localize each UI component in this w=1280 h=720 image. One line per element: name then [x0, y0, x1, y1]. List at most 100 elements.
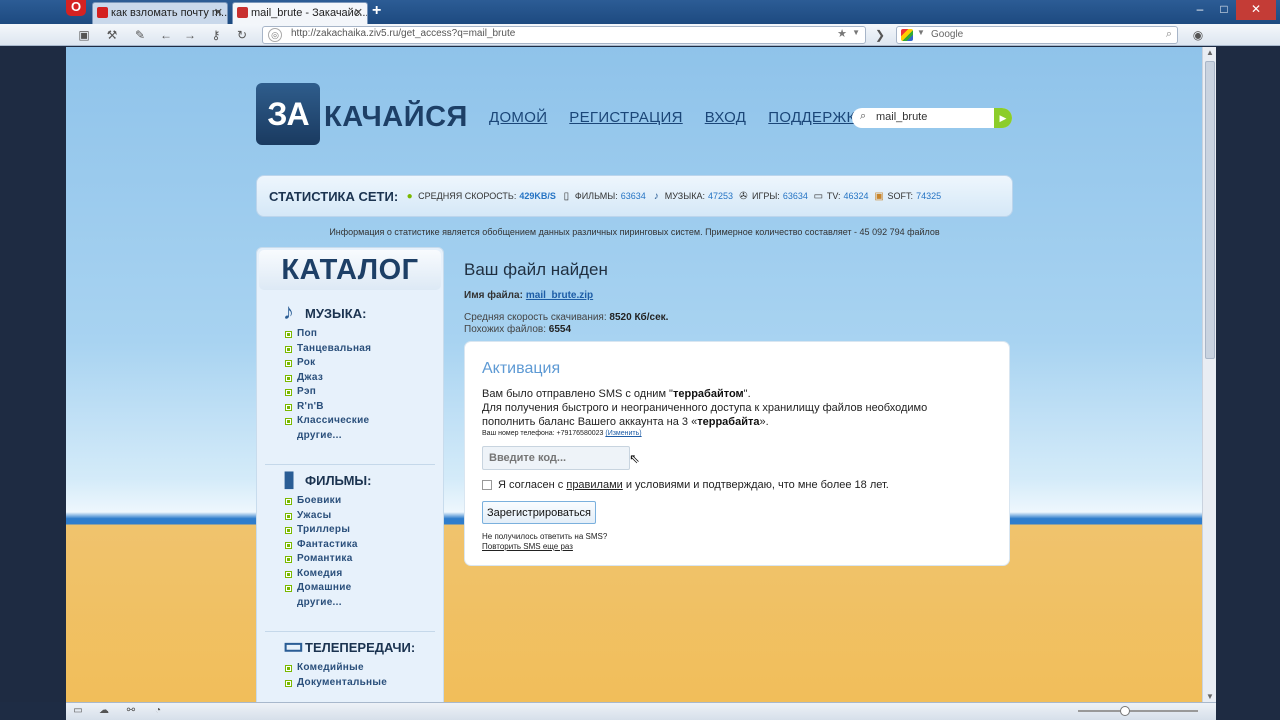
- film-icon: ▯: [563, 190, 570, 202]
- main-nav: ДОМОЙ РЕГИСТРАЦИЯ ВХОД ПОДДЕРЖКА: [489, 109, 866, 126]
- list-item[interactable]: Рок: [285, 357, 443, 372]
- file-name-link[interactable]: mail_brute.zip: [526, 290, 593, 301]
- scroll-down-icon[interactable]: ▼: [1206, 692, 1214, 701]
- zoom-slider-knob[interactable]: [1120, 706, 1130, 716]
- list-item[interactable]: Джаз: [285, 372, 443, 387]
- search-engine-box[interactable]: ▼ Google ⌕: [896, 26, 1178, 44]
- agree-text: Я согласен с: [498, 479, 564, 491]
- new-tab-button[interactable]: +: [372, 2, 381, 20]
- text-bold: террабайтом: [672, 388, 744, 400]
- item-label: Танцевальная: [297, 342, 372, 354]
- pen-icon[interactable]: ✎: [132, 27, 148, 43]
- nav-home-link[interactable]: ДОМОЙ: [489, 109, 547, 126]
- similar-row: Похожих файлов: 6554: [464, 324, 668, 336]
- maximize-button[interactable]: □: [1212, 0, 1236, 20]
- panel-toggle-icon[interactable]: ▭: [71, 705, 85, 718]
- section-title: ТЕЛЕПЕРЕДАЧИ:: [305, 640, 416, 655]
- stat-speed: ● СРЕДНЯЯ СКОРОСТЬ: 429KB/S: [404, 191, 556, 202]
- opera-link-icon[interactable]: ◉: [1190, 27, 1206, 43]
- list-item[interactable]: Ужасы: [285, 510, 443, 525]
- panels-icon[interactable]: ▣: [76, 27, 92, 43]
- list-item[interactable]: Комедийные: [285, 662, 443, 677]
- resend-sms-link[interactable]: Повторить SMS еще раз: [482, 542, 573, 551]
- engine-dropdown-icon[interactable]: ▼: [917, 28, 925, 37]
- share-icon[interactable]: ⚯: [124, 705, 138, 718]
- list-item[interactable]: Поп: [285, 328, 443, 343]
- bookmark-star-icon[interactable]: ★: [837, 27, 847, 40]
- fast-forward-icon[interactable]: ❯: [872, 27, 888, 43]
- films-list: Боевики Ужасы Триллеры Фантастика Романт…: [285, 495, 443, 611]
- back-icon[interactable]: ←: [158, 27, 174, 43]
- key-icon[interactable]: ⚷: [208, 27, 224, 43]
- nav-register-link[interactable]: РЕГИСТРАЦИЯ: [569, 109, 682, 126]
- stat-label: ФИЛЬМЫ:: [574, 191, 618, 201]
- list-item[interactable]: R'n'B: [285, 401, 443, 416]
- item-label: Документальные: [297, 676, 388, 688]
- reload-icon[interactable]: ↻: [234, 27, 250, 43]
- site-logo[interactable]: ЗА: [256, 83, 320, 145]
- list-item[interactable]: Рэп: [285, 386, 443, 401]
- register-button[interactable]: Зарегистрироваться: [482, 501, 597, 524]
- catalog-section-tv: ▭ ТЕЛЕПЕРЕДАЧИ: Комедийные Документальные: [257, 632, 443, 691]
- rules-link[interactable]: правилами: [566, 479, 622, 491]
- close-tab-icon[interactable]: ✕: [214, 6, 223, 19]
- activation-text: Вам было отправлено SMS с одним "терраба…: [482, 387, 982, 429]
- page-scrollbar[interactable]: ▲ ▼: [1202, 47, 1216, 702]
- list-item[interactable]: Романтика: [285, 553, 443, 568]
- similar-value: 6554: [548, 324, 572, 335]
- bullet-icon: [285, 512, 292, 520]
- film-icon: ▮: [283, 466, 296, 491]
- speed-dial-icon[interactable]: ◔: [151, 705, 165, 718]
- site-info-icon[interactable]: ◎: [268, 28, 282, 42]
- agree-row: Я согласен с правилами и условиями и под…: [482, 479, 889, 491]
- no-sms-help: Не получилось ответить на SMS? Повторить…: [482, 532, 607, 552]
- activation-line-2: Для получения быстрого и неограниченного…: [482, 402, 928, 414]
- list-item[interactable]: Фантастика: [285, 539, 443, 554]
- code-input[interactable]: [482, 446, 630, 470]
- list-item[interactable]: Классические: [285, 415, 443, 430]
- cloud-icon[interactable]: ☁: [97, 705, 111, 718]
- tab-2[interactable]: mail_brute - Закачайс... ✕: [232, 2, 368, 24]
- list-item[interactable]: Танцевальная: [285, 343, 443, 358]
- site-name[interactable]: КАЧАЙСЯ: [324, 101, 468, 134]
- list-item[interactable]: Комедия: [285, 568, 443, 583]
- software-box-icon: ▣: [874, 190, 884, 202]
- agree-checkbox[interactable]: [482, 480, 492, 490]
- file-name-row: Имя файла: mail_brute.zip: [464, 290, 593, 301]
- search-icon[interactable]: ⌕: [1166, 28, 1172, 41]
- tools-icon[interactable]: ⚒: [104, 27, 120, 43]
- text-part: ".: [743, 388, 751, 400]
- tab-1[interactable]: как взломать почту m... ✕: [92, 2, 228, 24]
- section-header: ♪ МУЗЫКА:: [257, 298, 443, 328]
- opera-menu-button[interactable]: O: [66, 0, 86, 16]
- list-item[interactable]: Боевики: [285, 495, 443, 510]
- address-bar[interactable]: ◎ http://zakachaika.ziv5.ru/get_access?q…: [262, 26, 866, 44]
- close-tab-icon[interactable]: ✕: [354, 6, 363, 19]
- stats-title: СТАТИСТИКА СЕТИ:: [269, 188, 399, 204]
- list-item[interactable]: Домашние: [285, 582, 443, 597]
- history-dropdown-icon[interactable]: ▼: [852, 28, 860, 37]
- search-go-button[interactable]: ▶: [994, 108, 1012, 128]
- mouse-cursor-icon: ⇖: [629, 451, 640, 466]
- catalog-section-films: ▮ ФИЛЬМЫ: Боевики Ужасы Триллеры Фантасти…: [257, 465, 443, 611]
- list-item[interactable]: Документальные: [285, 677, 443, 692]
- change-phone-link[interactable]: (Изменить): [605, 430, 641, 437]
- minimize-button[interactable]: –: [1188, 0, 1212, 20]
- page-viewport: ЗА КАЧАЙСЯ ДОМОЙ РЕГИСТРАЦИЯ ВХОД ПОДДЕР…: [66, 47, 1202, 702]
- more-link[interactable]: другие...: [285, 430, 443, 445]
- forward-icon[interactable]: →: [182, 27, 198, 43]
- site-search-input[interactable]: ⌕ mail_brute ▶: [852, 108, 1012, 128]
- speed-value: 8520 Кб/сек.: [609, 312, 669, 323]
- close-window-button[interactable]: ✕: [1236, 0, 1276, 20]
- right-frame-background: [1216, 46, 1280, 720]
- catalog-title: КАТАЛОГ: [259, 250, 441, 290]
- list-item[interactable]: Триллеры: [285, 524, 443, 539]
- scroll-up-icon[interactable]: ▲: [1206, 48, 1214, 57]
- stat-value: 63634: [782, 191, 808, 201]
- more-link[interactable]: другие...: [285, 597, 443, 612]
- item-label: Ужасы: [297, 509, 332, 521]
- activation-box: Активация Вам было отправлено SMS с одни…: [464, 341, 1010, 566]
- nav-login-link[interactable]: ВХОД: [705, 109, 747, 126]
- zoom-slider[interactable]: [1078, 710, 1198, 712]
- scrollbar-thumb[interactable]: [1205, 61, 1215, 359]
